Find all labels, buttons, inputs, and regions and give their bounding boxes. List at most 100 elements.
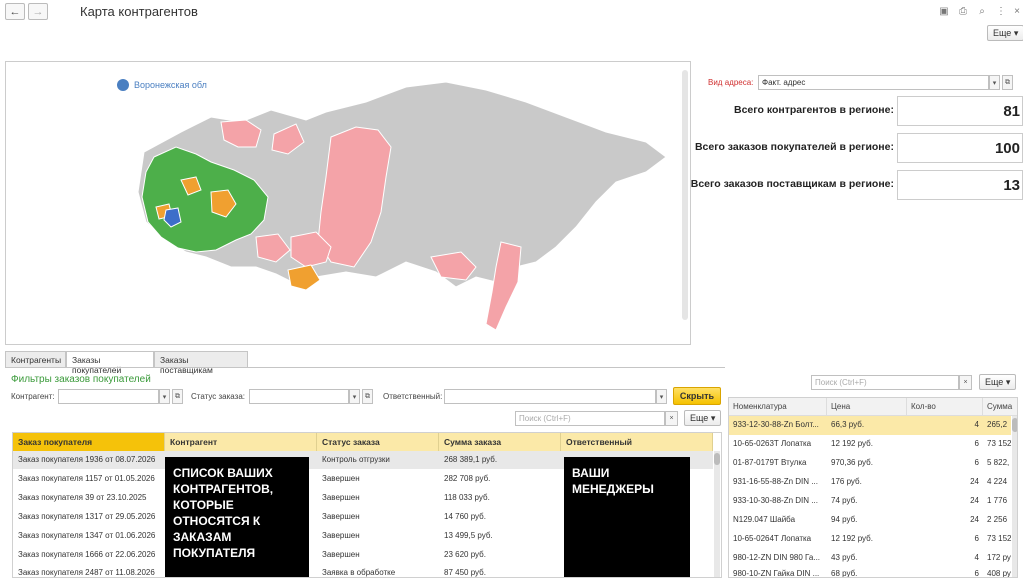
- open-link-icon[interactable]: ⧉: [1002, 75, 1013, 90]
- table-row-order[interactable]: Заказ покупателя 1347 от 01.06.2026: [13, 527, 165, 545]
- column-header-responsible[interactable]: Ответственный: [561, 433, 713, 451]
- status-filter-input[interactable]: [249, 389, 349, 404]
- items-table[interactable]: Номенклатура Цена Кол-во Сумма 933-12-30…: [728, 397, 1018, 578]
- column-header-item[interactable]: Номенклатура: [729, 398, 827, 416]
- list-item-qty[interactable]: 6: [907, 435, 983, 454]
- list-item-qty[interactable]: 4: [907, 416, 983, 435]
- print-icon[interactable]: ⎙: [957, 5, 969, 17]
- list-item-name[interactable]: 10-65-0264Т Лопатка: [729, 530, 827, 549]
- table-row-sum[interactable]: 87 450 руб.: [439, 564, 561, 577]
- table-row-status[interactable]: Завершен: [317, 489, 439, 507]
- list-item-sum[interactable]: 1 776: [983, 492, 1013, 511]
- table-row-order[interactable]: Заказ покупателя 1666 от 22.06.2026: [13, 546, 165, 564]
- orders-more-button[interactable]: Еще ▾: [684, 410, 722, 426]
- list-item-price[interactable]: 970,36 руб.: [827, 454, 907, 473]
- chevron-down-icon[interactable]: ▾: [989, 75, 1000, 90]
- responsible-filter-input[interactable]: [444, 389, 656, 404]
- open-link-icon[interactable]: ⧉: [362, 389, 373, 404]
- chevron-down-icon[interactable]: ▾: [159, 389, 170, 404]
- orders-scrollbar[interactable]: [714, 451, 720, 577]
- list-item-qty[interactable]: 6: [907, 530, 983, 549]
- close-icon[interactable]: ×: [1011, 5, 1023, 17]
- table-row-order[interactable]: Заказ покупателя 1317 от 29.05.2026: [13, 508, 165, 526]
- table-row-order[interactable]: Заказ покупателя 39 от 23.10.2025: [13, 489, 165, 507]
- save-icon[interactable]: ▣: [938, 5, 950, 17]
- table-row-sum[interactable]: 118 033 руб.: [439, 489, 561, 507]
- map-scrollbar[interactable]: [682, 70, 688, 320]
- column-header-item-sum[interactable]: Сумма: [983, 398, 1017, 416]
- counterparty-filter-input[interactable]: [58, 389, 159, 404]
- column-header-status[interactable]: Статус заказа: [317, 433, 439, 451]
- table-row-sum[interactable]: 13 499,5 руб.: [439, 527, 561, 545]
- items-scroll-thumb[interactable]: [1012, 418, 1017, 432]
- hide-filters-button[interactable]: Скрыть: [673, 387, 721, 405]
- table-row-status[interactable]: Завершен: [317, 546, 439, 564]
- region-map[interactable]: Воронежская обл: [5, 61, 691, 345]
- chevron-down-icon[interactable]: ▾: [349, 389, 360, 404]
- table-row-order[interactable]: Заказ покупателя 1936 от 08.07.2026: [13, 451, 165, 469]
- table-row-order[interactable]: Заказ покупателя 1157 от 01.05.2026: [13, 470, 165, 488]
- table-row-status[interactable]: Контроль отгрузки: [317, 451, 439, 469]
- column-header-sum[interactable]: Сумма заказа: [439, 433, 561, 451]
- list-item-name[interactable]: 933-12-30-88-Zn Болт...: [729, 416, 827, 435]
- list-item-price[interactable]: 74 руб.: [827, 492, 907, 511]
- column-header-order[interactable]: Заказ покупателя: [13, 433, 165, 451]
- list-item-name[interactable]: 931-16-55-88-Zn DIN ...: [729, 473, 827, 492]
- list-item-qty[interactable]: 24: [907, 473, 983, 492]
- open-link-icon[interactable]: ⧉: [172, 389, 183, 404]
- list-item-price[interactable]: 94 руб.: [827, 511, 907, 530]
- list-item-price[interactable]: 68 руб.: [827, 565, 907, 577]
- column-header-qty[interactable]: Кол-во: [907, 398, 983, 416]
- tab-supplier-orders[interactable]: Заказы поставщикам: [154, 351, 248, 375]
- table-row-status[interactable]: Заявка в обработке: [317, 564, 439, 577]
- list-item-sum[interactable]: 5 822,: [983, 454, 1013, 473]
- list-item-qty[interactable]: 24: [907, 511, 983, 530]
- orders-search-input[interactable]: Поиск (Ctrl+F): [515, 411, 665, 426]
- table-row-sum[interactable]: 268 389,1 руб.: [439, 451, 561, 469]
- list-item-qty[interactable]: 24: [907, 492, 983, 511]
- items-scrollbar[interactable]: [1012, 416, 1017, 577]
- list-item-price[interactable]: 12 192 руб.: [827, 435, 907, 454]
- list-item-sum[interactable]: 2 256: [983, 511, 1013, 530]
- list-item-name[interactable]: 933-10-30-88-Zn DIN ...: [729, 492, 827, 511]
- table-row-order[interactable]: Заказ покупателя 2487 от 11.08.2026: [13, 564, 165, 577]
- more-vertical-icon[interactable]: ⋮: [995, 5, 1007, 17]
- list-item-price[interactable]: 12 192 руб.: [827, 530, 907, 549]
- chevron-down-icon[interactable]: ▾: [656, 389, 667, 404]
- back-button[interactable]: ←: [5, 3, 25, 20]
- list-item-name[interactable]: 01-87-0179Т Втулка: [729, 454, 827, 473]
- clear-search-icon[interactable]: ×: [959, 375, 972, 390]
- list-item-price[interactable]: 176 руб.: [827, 473, 907, 492]
- table-row-status[interactable]: Завершен: [317, 470, 439, 488]
- list-item-sum[interactable]: 73 152: [983, 435, 1013, 454]
- address-type-select[interactable]: Факт. адрес: [758, 75, 989, 90]
- list-item-price[interactable]: 66,3 руб.: [827, 416, 907, 435]
- more-button[interactable]: Еще ▾: [987, 25, 1023, 41]
- orders-table[interactable]: Заказ покупателя Контрагент Статус заказ…: [12, 432, 722, 578]
- table-row-sum[interactable]: 282 708 руб.: [439, 470, 561, 488]
- russia-map[interactable]: [6, 62, 692, 346]
- clear-search-icon[interactable]: ×: [665, 411, 678, 426]
- orders-scroll-thumb[interactable]: [714, 453, 720, 465]
- table-row-status[interactable]: Завершен: [317, 508, 439, 526]
- items-more-button[interactable]: Еще ▾: [979, 374, 1017, 390]
- tab-customer-orders[interactable]: Заказы покупателей: [66, 351, 154, 375]
- table-row-status[interactable]: Завершен: [317, 527, 439, 545]
- column-header-price[interactable]: Цена: [827, 398, 907, 416]
- list-item-qty[interactable]: 6: [907, 565, 983, 577]
- list-item-qty[interactable]: 6: [907, 454, 983, 473]
- search-doc-icon[interactable]: ⌕: [976, 5, 988, 17]
- table-row-sum[interactable]: 14 760 руб.: [439, 508, 561, 526]
- table-row-sum[interactable]: 23 620 руб.: [439, 546, 561, 564]
- list-item-sum[interactable]: 73 152: [983, 530, 1013, 549]
- column-header-counterparty[interactable]: Контрагент: [165, 433, 317, 451]
- list-item-name[interactable]: 10-65-0263Т Лопатка: [729, 435, 827, 454]
- list-item-name[interactable]: 980-10-ZN Гайка DIN ...: [729, 565, 827, 577]
- list-item-name[interactable]: N129.047 Шайба: [729, 511, 827, 530]
- list-item-sum[interactable]: 265,2: [983, 416, 1013, 435]
- list-item-sum[interactable]: 4 224: [983, 473, 1013, 492]
- forward-button[interactable]: →: [28, 3, 48, 20]
- items-search-input[interactable]: Поиск (Ctrl+F): [811, 375, 959, 390]
- tab-counterparties[interactable]: Контрагенты: [5, 351, 66, 367]
- list-item-sum[interactable]: 408 ру: [983, 565, 1013, 577]
